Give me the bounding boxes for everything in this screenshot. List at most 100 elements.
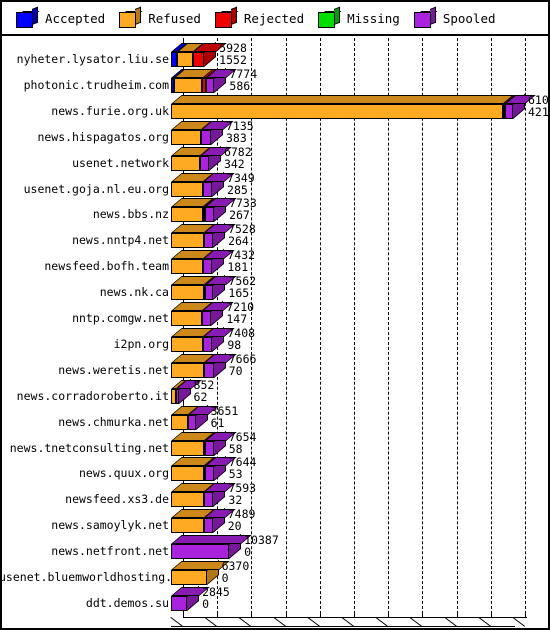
legend-item-rejected: Rejected [214,6,305,28]
legend-label: Accepted [45,10,106,26]
category-label: newsfeed.xs3.de [65,492,169,507]
cube-icon-accepted [16,6,40,28]
x-tick-mark [422,613,424,618]
x-axis-front-line [171,625,515,627]
chart-legend: Accepted Refused Rejected Missing Spooled [2,2,548,36]
gridline-80% [456,38,458,614]
bar-value-secondary: 62 [193,389,208,404]
bar-value-secondary: 0 [244,545,252,560]
bar-value-total: 852 [193,377,215,392]
category-label: news.furie.org.uk [51,103,169,118]
bar-segment-rejected [204,466,207,482]
bar-value-secondary: 383 [226,130,247,145]
cube-icon-refused [119,6,143,28]
category-label: news.weretis.net [58,362,169,377]
x-tick-mark [285,613,287,618]
bar-value-secondary: 421 [528,104,549,119]
category-label: news.samoylyk.net [51,518,169,533]
bar-segment-spooled [202,181,213,197]
bar-segment-rejected [192,52,205,67]
legend-label: Missing [347,10,400,26]
legend-item-spooled: Spooled [413,6,496,28]
bar-segment-refused [171,259,204,275]
bar-segment-refused [171,181,203,197]
gridline-40% [319,38,321,614]
bar-value-secondary: 267 [229,208,250,223]
x-tick-mark [490,613,492,618]
bar-value-secondary: 264 [228,234,249,249]
gridline-50% [354,38,355,614]
bar-value-secondary: 98 [227,337,242,352]
x-tick-mark [456,613,458,618]
bar-value-secondary: 181 [227,260,249,275]
bar-segment-spooled [204,492,214,508]
bar-segment-refused [171,233,204,249]
legend-item-accepted: Accepted [16,6,106,28]
category-label: news.quux.org [78,466,169,481]
bar-value-total: 7349 [227,170,255,185]
bar-value-total: 7135 [226,118,254,133]
gridline-30% [285,38,287,614]
gridline-90% [490,38,492,614]
category-label: newsfeed.bofh.team [44,259,169,274]
legend-label: Rejected [243,10,305,26]
bar-segment-refused [171,155,200,171]
bar-segment-rejected [204,440,207,456]
cube-icon-spooled [413,6,438,28]
x-tick-mark [251,613,253,618]
bar-value-secondary: 342 [223,156,245,171]
bar-segment-rejected [203,207,206,223]
category-label: news.hispagatos.org [37,129,169,144]
plot-area: nyheter.lysator.liu.se 5928 1552 photonic.t… [0,36,550,630]
bar-segment-refused [171,414,189,430]
bar-segment-refused [171,492,205,508]
bar-value-total: 3651 [210,403,239,418]
category-label: photonic.trudheim.com [23,77,169,92]
bar-segment-refused [171,518,204,534]
legend-item-missing: Missing [318,6,400,28]
category-label: i2pn.org [113,336,169,351]
bar-segment-refused [171,440,205,456]
bar-value-secondary: 70 [228,363,243,378]
bar-segment-spooled [204,207,215,223]
bar-segment-refused [171,103,504,119]
bar-segment-accepted [171,77,174,93]
legend-label: Spooled [442,10,496,26]
bar-segment-spooled [505,103,513,119]
x-axis-line [183,616,527,618]
gridline-100% [525,38,526,614]
x-tick-mark [217,613,219,618]
bar-segment-spooled [188,414,196,430]
bar-segment-spooled [205,440,214,456]
bar-segment-top [171,535,252,545]
bar-segment-refused [171,336,204,352]
bar-segment-rejected [503,103,506,119]
bar-value-secondary: 53 [228,467,243,482]
bar-value-secondary: 20 [227,519,242,534]
bar-value-secondary: 32 [228,493,243,508]
bar-segment-spooled [199,155,209,171]
bar-segment-refused [171,207,204,223]
bar-segment-rejected [202,77,207,93]
category-label: news.bbs.nz [92,207,169,222]
category-label: news.nntp4.net [72,233,169,248]
bar-segment-refused [177,52,193,67]
x-tick-mark [388,613,390,618]
bar-value-secondary: 147 [226,312,248,326]
bar-segment-top [171,94,515,104]
bar-value-secondary: 586 [229,78,251,93]
bar-segment-spooled [203,259,213,275]
bar-segment-accepted [171,52,178,67]
category-label: news.netfront.net [51,544,169,559]
category-label: usenet.bluemworldhosting.com [0,570,193,584]
bar-value-secondary: 1552 [219,53,247,67]
bar-segment-spooled [203,518,213,534]
x-tick-mark [183,613,184,618]
bar-segment-spooled [204,285,214,301]
bar-value-total: 61064 [528,92,550,107]
category-label: news.corradoroberto.it [16,388,169,403]
category-label: news.chmurka.net [58,414,169,429]
bar-segment-spooled [171,595,188,611]
gridline-70% [422,38,424,614]
x-tick-mark [319,613,321,618]
